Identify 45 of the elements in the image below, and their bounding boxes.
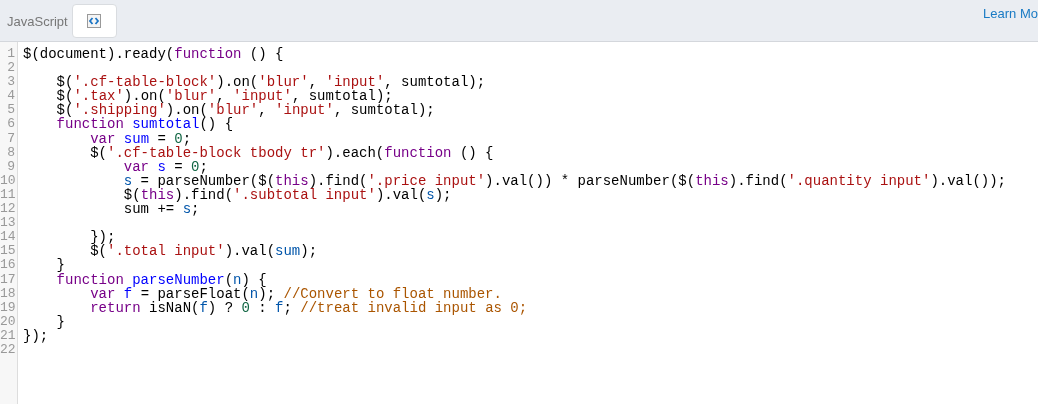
code-line: }); <box>23 328 49 343</box>
code-line: return isNaN(f) ? 0 : f; //treat invalid input as 0; <box>89 300 528 315</box>
code-line: $('.tax').on('blur', 'input', sumtotal); <box>55 89 393 104</box>
line-number: 22 <box>0 342 15 358</box>
line-number: 10 <box>0 173 15 188</box>
line-number: 6 <box>6 117 15 132</box>
code-line: s = parseNumber($(this).find('.price input').val()) * parseNumber($(this).find('.quantity input').val()); <box>122 173 1006 188</box>
view-toggle-button[interactable] <box>71 4 117 38</box>
code-line: $('.shipping').on('blur', 'input', sumtotal); <box>55 103 435 118</box>
code-line: } <box>55 314 65 329</box>
code-line: }); <box>89 230 116 245</box>
line-number: 15 <box>0 244 15 259</box>
line-number: 4 <box>6 89 15 104</box>
code-icon <box>87 14 102 28</box>
code-line: $('.cf-table-block').on('blur', 'input', sumtotal); <box>55 75 486 90</box>
code-line: var s = 0; <box>122 159 208 174</box>
learn-more-link[interactable]: Learn Mo <box>983 6 1038 21</box>
line-number: 12 <box>0 202 15 217</box>
code-line: function parseNumber(n) { <box>55 272 267 287</box>
line-number: 8 <box>6 145 15 160</box>
code-line: function sumtotal() { <box>55 117 234 132</box>
code-line: } <box>55 258 65 273</box>
code-line: var f = parseFloat(n); //Convert to float number. <box>89 286 502 301</box>
line-number: 1 <box>6 47 15 62</box>
code-line: var sum = 0; <box>89 131 192 146</box>
code-line: $('.cf-table-block tbody tr').each(function () { <box>89 145 494 160</box>
line-number: 3 <box>6 75 15 90</box>
line-number: 11 <box>0 187 15 203</box>
language-label: JavaScript <box>7 14 68 29</box>
line-number: 20 <box>0 314 15 329</box>
line-number: 5 <box>6 103 15 118</box>
line-number: 9 <box>6 159 15 174</box>
line-number: 17 <box>0 272 15 287</box>
line-number: 19 <box>0 300 15 315</box>
line-number: 7 <box>6 131 15 146</box>
code-line: sum += s; <box>122 202 200 217</box>
line-number: 14 <box>0 230 15 245</box>
line-number: 2 <box>6 61 15 76</box>
code-line: $(document).ready(function () { <box>23 47 284 61</box>
line-number: 13 <box>0 216 15 231</box>
line-number: 21 <box>0 328 15 343</box>
code-line: $(this).find('.subtotal input').val(s); <box>122 187 452 202</box>
line-number: 18 <box>0 286 15 301</box>
code-line: $('.total input').val(sum); <box>89 244 318 259</box>
line-number: 16 <box>0 258 15 273</box>
